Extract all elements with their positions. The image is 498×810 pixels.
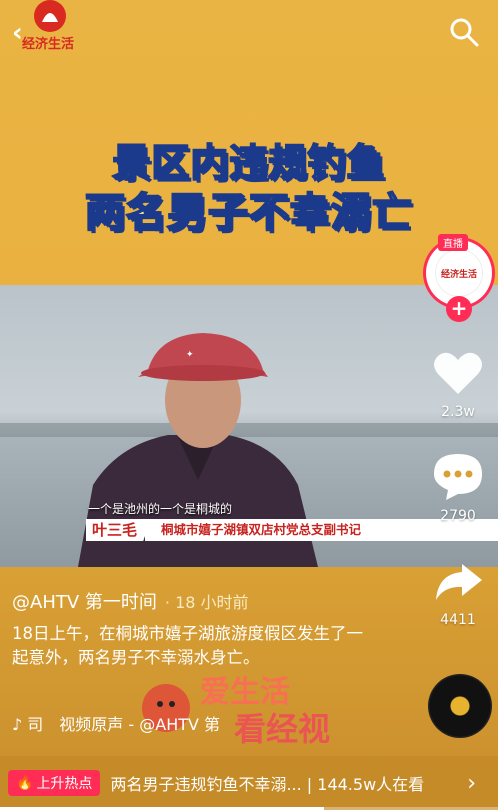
author-line: @AHTV 第一时间 · 18 小时前 xyxy=(12,588,249,614)
music-text: ♪ 司 视频原声 - @AHTV 第 xyxy=(12,715,221,734)
trending-badge-label: 上升热点 xyxy=(36,776,93,792)
heart-icon xyxy=(434,352,482,394)
comment-icon xyxy=(434,454,482,500)
svg-text:经济生活: 经济生活 xyxy=(22,36,74,52)
follow-button[interactable]: + xyxy=(446,296,472,322)
channel-watermark: 爱生活 看经视 xyxy=(142,675,330,748)
trending-bar[interactable]: 🔥 上升热点 两名男子违规钓鱼不幸溺... | 144.5w人在看 › xyxy=(0,756,498,810)
brand-logo: 经济生活 xyxy=(22,0,74,52)
avatar-logo: 经济生活 xyxy=(435,249,483,297)
comment-count: 2790 xyxy=(440,508,476,524)
trending-badge: 🔥 上升热点 xyxy=(8,770,101,796)
music-line[interactable]: ♪ 司 视频原声 - @AHTV 第 xyxy=(12,711,220,735)
svg-text:✦: ✦ xyxy=(186,350,194,360)
share-arrow-icon xyxy=(436,564,482,600)
headline-line-1: 景区内违规钓鱼 xyxy=(111,140,386,186)
share-count: 4411 xyxy=(440,612,476,628)
music-disc-icon[interactable] xyxy=(428,674,492,738)
author-name[interactable]: @AHTV 第一时间 xyxy=(12,592,157,613)
search-icon[interactable] xyxy=(448,16,480,48)
video-subtitle: 一个是池州的一个是桐城的 xyxy=(88,502,233,516)
watermark-line-2: 看经视 xyxy=(234,710,330,748)
like-button[interactable]: 2.3w xyxy=(428,350,488,420)
chevron-right-icon: › xyxy=(467,770,476,796)
post-time: · 18 小时前 xyxy=(164,593,249,612)
fire-icon: 🔥 xyxy=(16,775,34,791)
speaker-name: 叶三毛 xyxy=(86,519,152,541)
like-count: 2.3w xyxy=(441,404,475,420)
share-button[interactable]: 4411 xyxy=(428,560,488,628)
watermark-line-1: 爱生活 xyxy=(200,675,290,710)
trending-text: 两名男子违规钓鱼不幸溺... | 144.5w人在看 xyxy=(110,775,425,794)
video-headline: 景区内违规钓鱼 两名男子不幸溺亡 xyxy=(64,138,434,238)
comment-button[interactable]: 2790 xyxy=(428,452,488,524)
live-badge: 直播 xyxy=(438,234,468,251)
headline-line-2: 两名男子不幸溺亡 xyxy=(84,189,413,237)
video-frame[interactable]: ✦ 一个是池州的一个是桐城的 叶三毛 桐城市嬉子湖镇双店村党总支副书记 xyxy=(0,285,498,567)
